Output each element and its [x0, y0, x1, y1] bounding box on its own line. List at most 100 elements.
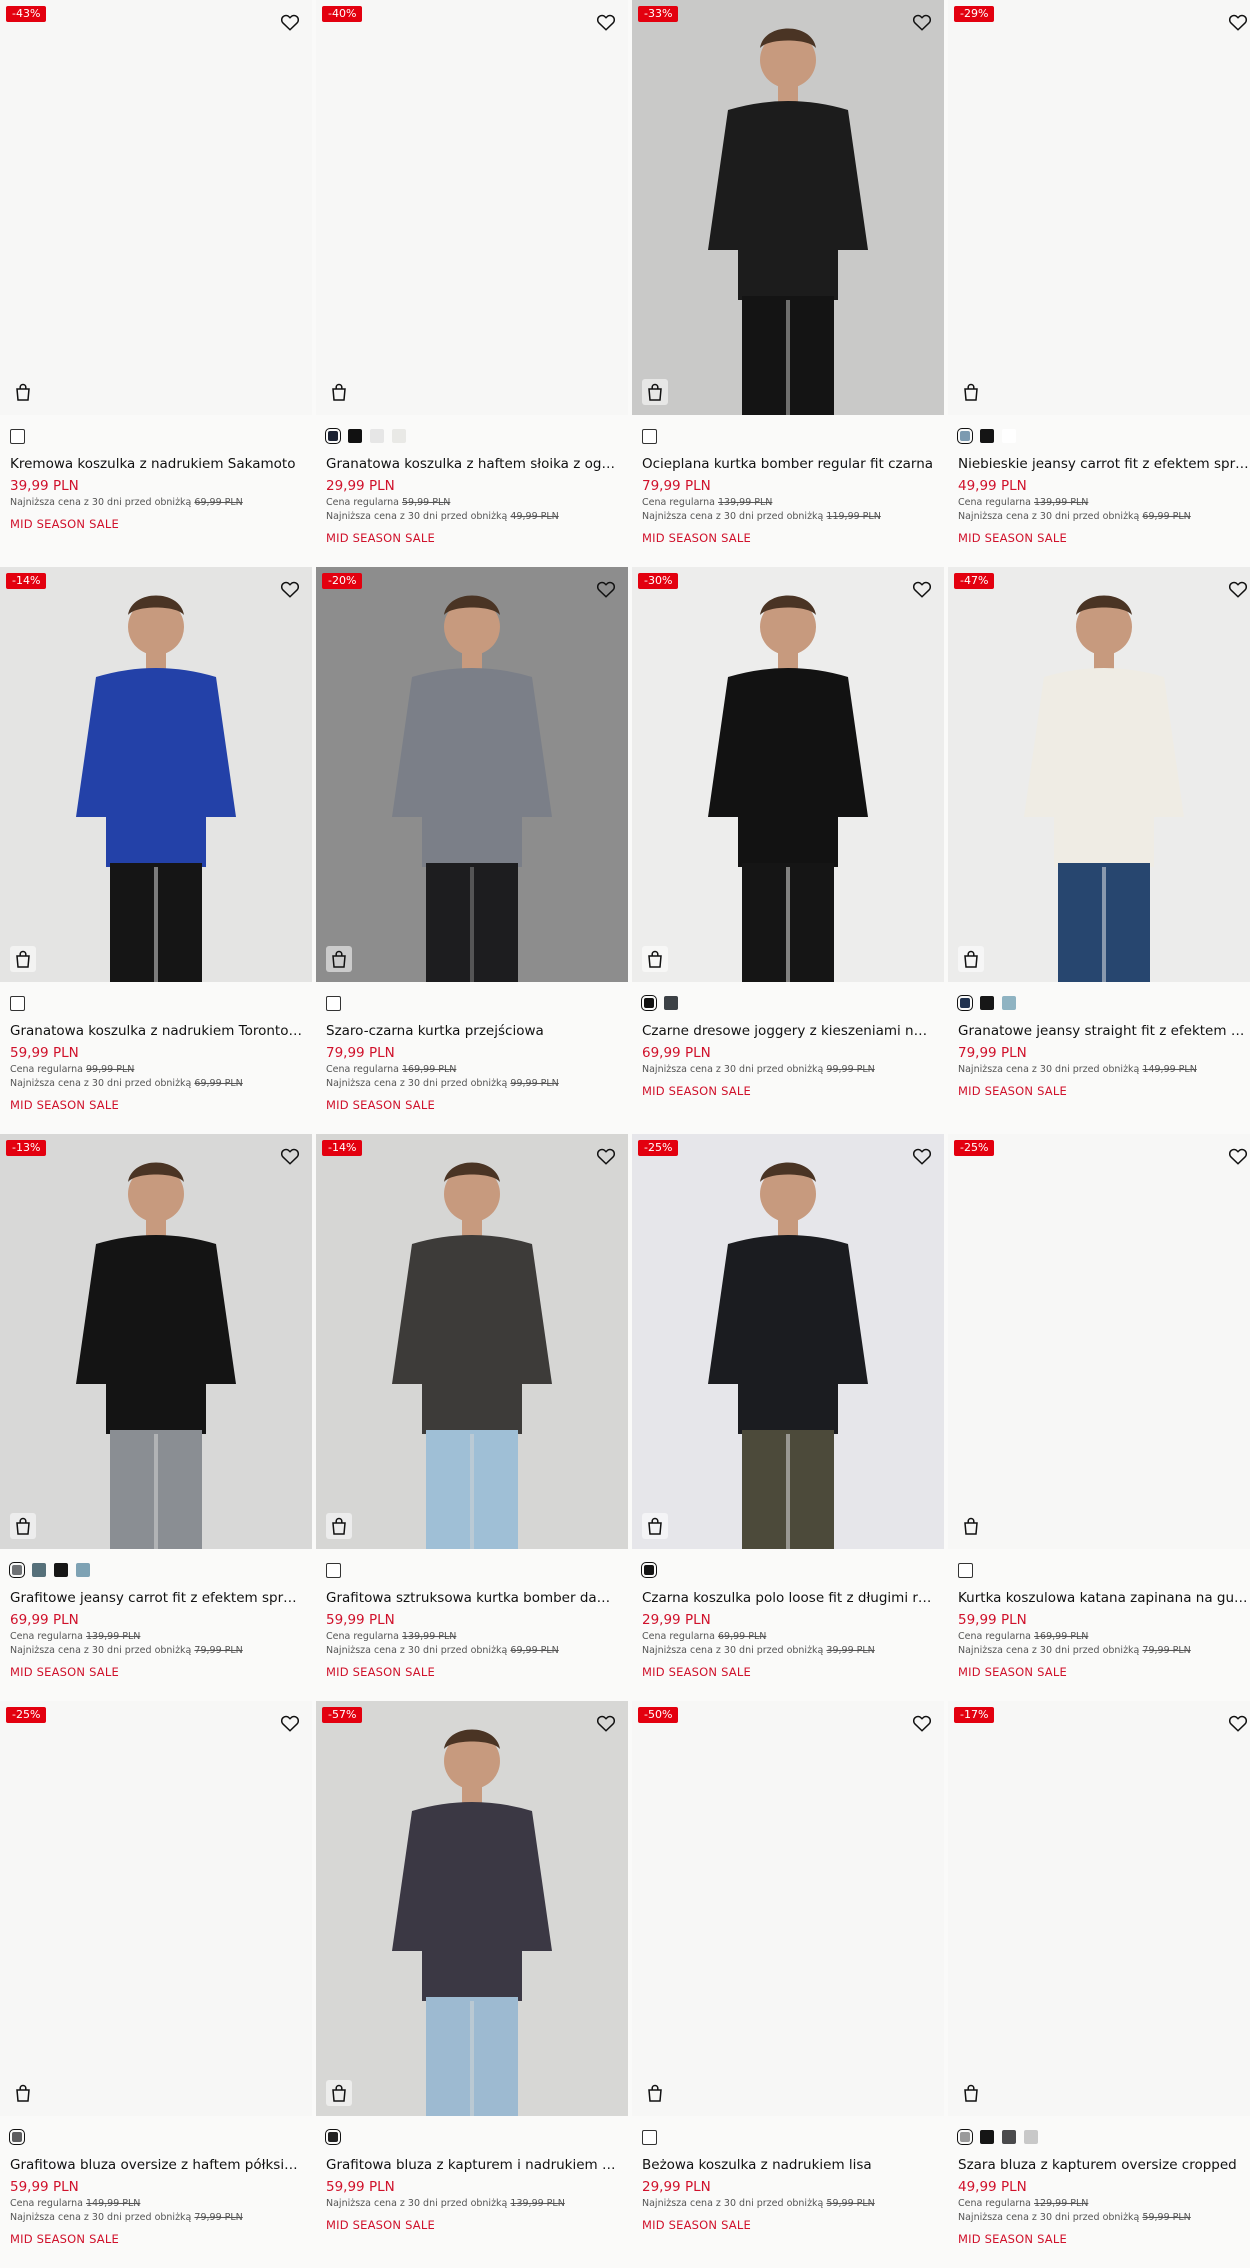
color-swatch[interactable]: [370, 429, 384, 443]
heart-icon[interactable]: [594, 577, 618, 601]
shopping-bag-icon[interactable]: [642, 946, 668, 972]
product-title[interactable]: Granatowa koszulka z haftem słoika z ogó…: [326, 455, 618, 473]
product-card[interactable]: -57% Grafitowa bluza z kapturem i nadruk…: [316, 1701, 628, 2268]
color-swatch[interactable]: [642, 428, 657, 444]
heart-icon[interactable]: [910, 577, 934, 601]
product-card[interactable]: -40% Granatowa koszulka z haftem słoika …: [316, 0, 628, 567]
color-swatch[interactable]: [325, 428, 341, 444]
shopping-bag-icon[interactable]: [10, 379, 36, 405]
product-title[interactable]: Granatowa koszulka z nadrukiem Toronto M…: [10, 1022, 302, 1040]
product-card[interactable]: -25% Kurtka koszulowa katana zapinana na…: [948, 1134, 1250, 1701]
shopping-bag-icon[interactable]: [10, 1513, 36, 1539]
product-title[interactable]: Szaro-czarna kurtka przejściowa: [326, 1022, 618, 1040]
shopping-bag-icon[interactable]: [326, 2080, 352, 2106]
shopping-bag-icon[interactable]: [642, 1513, 668, 1539]
shopping-bag-icon[interactable]: [958, 379, 984, 405]
product-image[interactable]: -25%: [948, 1134, 1250, 1549]
product-card[interactable]: -43% Kremowa koszulka z nadrukiem Sakamo…: [0, 0, 312, 567]
color-swatch[interactable]: [326, 995, 341, 1011]
color-swatch[interactable]: [641, 995, 657, 1011]
product-image[interactable]: -30%: [632, 567, 944, 982]
product-title[interactable]: Kremowa koszulka z nadrukiem Sakamoto: [10, 455, 302, 473]
color-swatch[interactable]: [326, 1562, 341, 1578]
color-swatch[interactable]: [1002, 429, 1016, 443]
product-image[interactable]: -40%: [316, 0, 628, 415]
heart-icon[interactable]: [278, 577, 302, 601]
shopping-bag-icon[interactable]: [642, 2080, 668, 2106]
product-title[interactable]: Szara bluza z kapturem oversize cropped: [958, 2156, 1250, 2174]
heart-icon[interactable]: [594, 10, 618, 34]
heart-icon[interactable]: [278, 1144, 302, 1168]
heart-icon[interactable]: [910, 10, 934, 34]
product-image[interactable]: -20%: [316, 567, 628, 982]
color-swatch[interactable]: [32, 1563, 46, 1577]
color-swatch[interactable]: [10, 428, 25, 444]
product-card[interactable]: -29% Niebieskie jeansy carrot fit z efek…: [948, 0, 1250, 567]
heart-icon[interactable]: [1226, 1711, 1250, 1735]
shopping-bag-icon[interactable]: [958, 946, 984, 972]
color-swatch[interactable]: [9, 2129, 25, 2145]
product-title[interactable]: Grafitowa bluza z kapturem i nadrukiem w…: [326, 2156, 618, 2174]
color-swatch[interactable]: [958, 1562, 973, 1578]
product-image[interactable]: -17%: [948, 1701, 1250, 2116]
color-swatch[interactable]: [641, 1562, 657, 1578]
heart-icon[interactable]: [1226, 10, 1250, 34]
product-image[interactable]: -13%: [0, 1134, 312, 1549]
product-title[interactable]: Grafitowe jeansy carrot fit z efektem sp…: [10, 1589, 302, 1607]
color-swatch[interactable]: [1024, 2130, 1038, 2144]
heart-icon[interactable]: [594, 1711, 618, 1735]
shopping-bag-icon[interactable]: [642, 379, 668, 405]
shopping-bag-icon[interactable]: [326, 946, 352, 972]
shopping-bag-icon[interactable]: [10, 946, 36, 972]
product-card[interactable]: -25% Grafitowa bluza oversize z haftem p…: [0, 1701, 312, 2268]
product-title[interactable]: Granatowe jeansy straight fit z efektem …: [958, 1022, 1250, 1040]
shopping-bag-icon[interactable]: [326, 1513, 352, 1539]
product-image[interactable]: -14%: [316, 1134, 628, 1549]
product-image[interactable]: -47%: [948, 567, 1250, 982]
product-title[interactable]: Beżowa koszulka z nadrukiem lisa: [642, 2156, 934, 2174]
product-card[interactable]: -13% Grafitowe jeansy carrot fit z efekt…: [0, 1134, 312, 1701]
product-title[interactable]: Grafitowa sztruksowa kurtka bomber dad f…: [326, 1589, 618, 1607]
product-image[interactable]: -50%: [632, 1701, 944, 2116]
product-image[interactable]: -29%: [948, 0, 1250, 415]
product-image[interactable]: -14%: [0, 567, 312, 982]
product-image[interactable]: -25%: [632, 1134, 944, 1549]
product-title[interactable]: Grafitowa bluza oversize z haftem półksi…: [10, 2156, 302, 2174]
product-title[interactable]: Czarne dresowe joggery z kieszeniami na …: [642, 1022, 934, 1040]
color-swatch[interactable]: [392, 429, 406, 443]
shopping-bag-icon[interactable]: [326, 379, 352, 405]
product-card[interactable]: -17% Szara bluza z kapturem oversize cro…: [948, 1701, 1250, 2268]
heart-icon[interactable]: [1226, 577, 1250, 601]
product-card[interactable]: -20% Szaro-czarna kurtka przejściowa 79,…: [316, 567, 628, 1134]
heart-icon[interactable]: [594, 1144, 618, 1168]
product-card[interactable]: -14% Grafitowa sztruksowa kurtka bomber …: [316, 1134, 628, 1701]
heart-icon[interactable]: [278, 10, 302, 34]
color-swatch[interactable]: [10, 995, 25, 1011]
heart-icon[interactable]: [910, 1144, 934, 1168]
product-image[interactable]: -43%: [0, 0, 312, 415]
color-swatch[interactable]: [957, 995, 973, 1011]
color-swatch[interactable]: [980, 996, 994, 1010]
color-swatch[interactable]: [1002, 996, 1016, 1010]
product-title[interactable]: Niebieskie jeansy carrot fit z efektem s…: [958, 455, 1250, 473]
product-image[interactable]: -33%: [632, 0, 944, 415]
color-swatch[interactable]: [957, 2129, 973, 2145]
color-swatch[interactable]: [642, 2129, 657, 2145]
heart-icon[interactable]: [910, 1711, 934, 1735]
product-title[interactable]: Kurtka koszulowa katana zapinana na guzi…: [958, 1589, 1250, 1607]
color-swatch[interactable]: [664, 996, 678, 1010]
product-image[interactable]: -25%: [0, 1701, 312, 2116]
heart-icon[interactable]: [1226, 1144, 1250, 1168]
color-swatch[interactable]: [957, 428, 973, 444]
color-swatch[interactable]: [980, 429, 994, 443]
product-card[interactable]: -33% Ocieplana kurtka bomber regular fit…: [632, 0, 944, 567]
shopping-bag-icon[interactable]: [10, 2080, 36, 2106]
color-swatch[interactable]: [54, 1563, 68, 1577]
product-card[interactable]: -14% Granatowa koszulka z nadrukiem Toro…: [0, 567, 312, 1134]
color-swatch[interactable]: [980, 2130, 994, 2144]
color-swatch[interactable]: [76, 1563, 90, 1577]
color-swatch[interactable]: [1002, 2130, 1016, 2144]
product-image[interactable]: -57%: [316, 1701, 628, 2116]
product-title[interactable]: Czarna koszulka polo loose fit z długimi…: [642, 1589, 934, 1607]
shopping-bag-icon[interactable]: [958, 2080, 984, 2106]
